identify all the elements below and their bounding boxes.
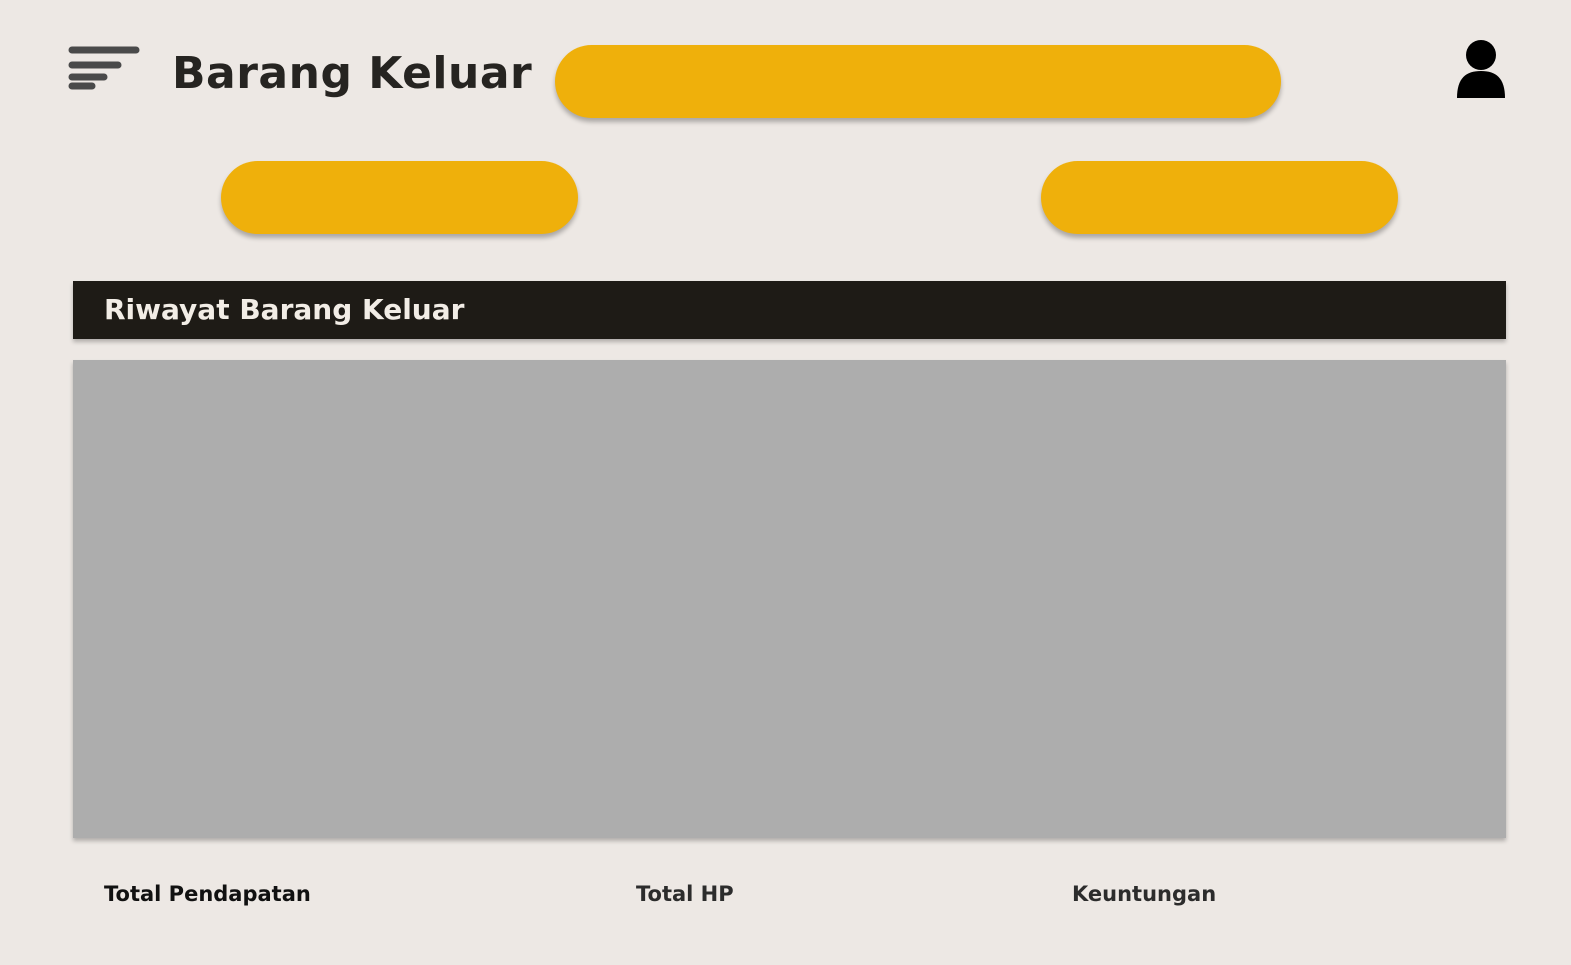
left-action-button[interactable] [221,161,578,234]
user-icon[interactable] [1454,38,1508,100]
total-pendapatan-label: Total Pendapatan [104,882,311,906]
search-bar[interactable] [555,45,1281,118]
history-panel [73,360,1506,838]
menu-icon[interactable] [68,44,140,92]
keuntungan-label: Keuntungan [1072,882,1217,906]
section-header: Riwayat Barang Keluar [73,281,1506,339]
section-title: Riwayat Barang Keluar [104,293,465,326]
page-title: Barang Keluar [172,48,533,99]
total-hp-label: Total HP [636,882,734,906]
right-action-button[interactable] [1041,161,1398,234]
